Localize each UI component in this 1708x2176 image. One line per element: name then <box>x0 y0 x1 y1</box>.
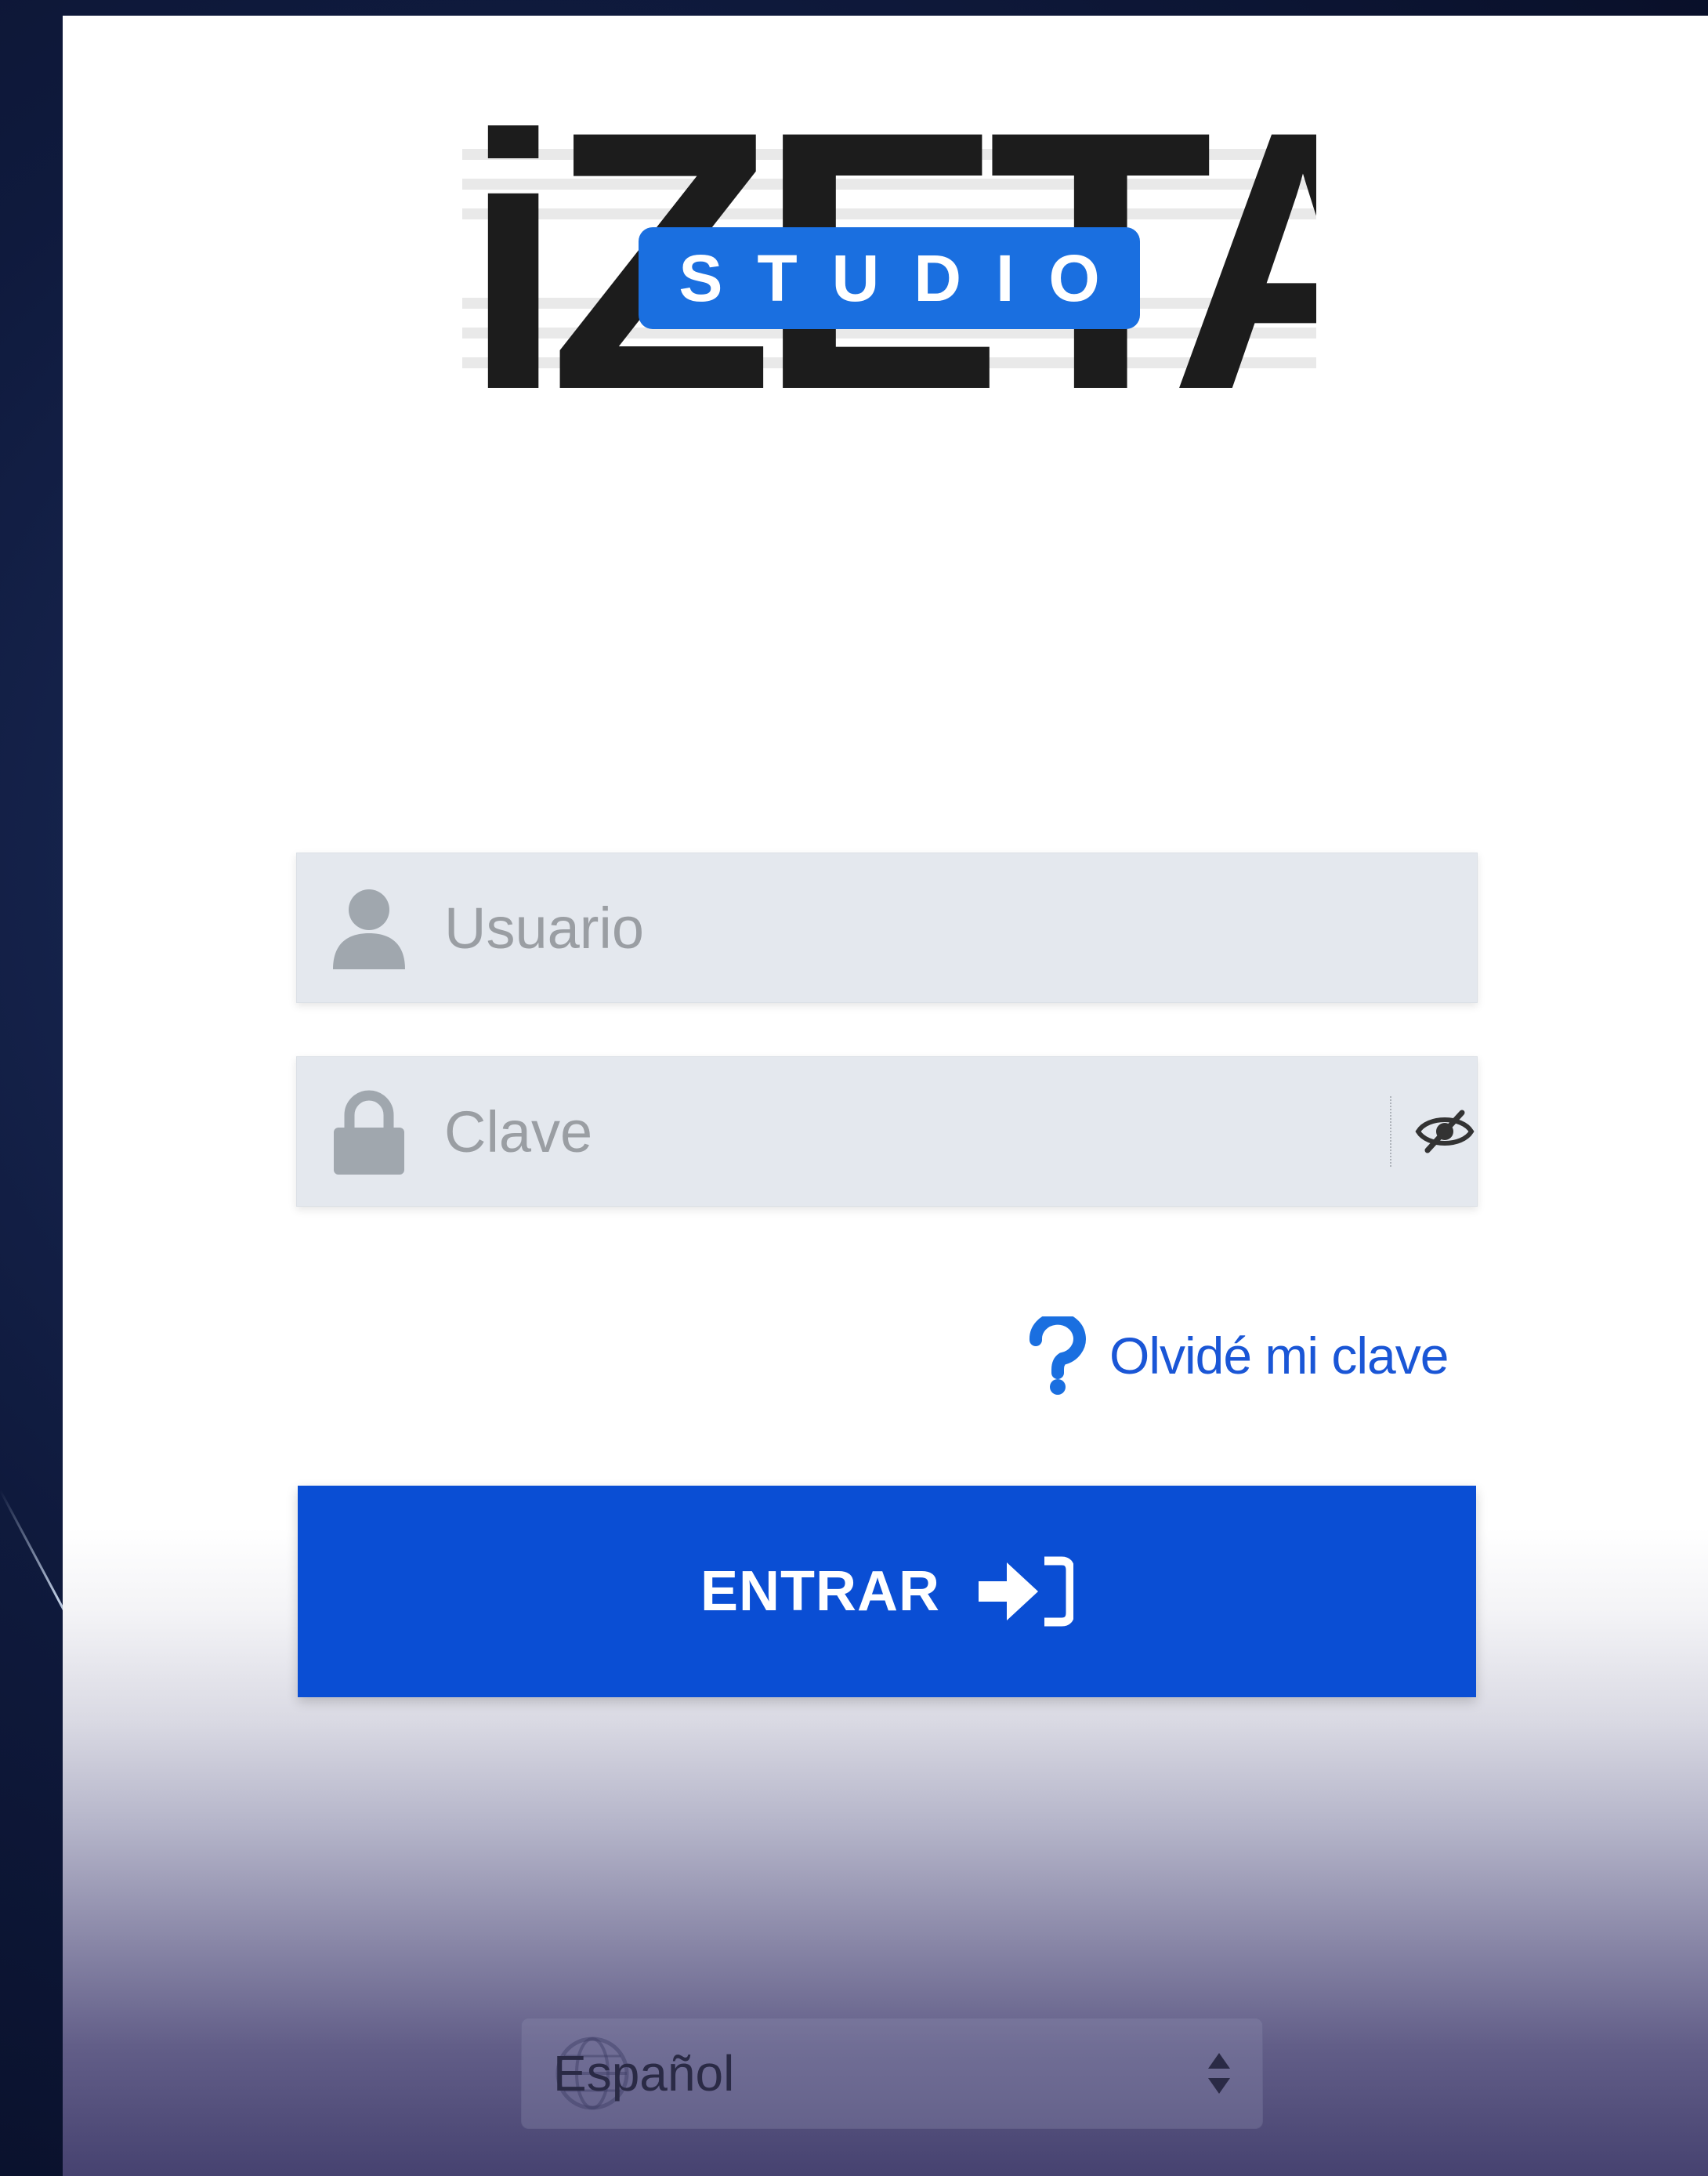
brand-logo: iZETA STUDIO <box>462 125 1316 396</box>
enter-button-label: ENTRAR <box>700 1560 940 1623</box>
enter-button[interactable]: ENTRAR <box>298 1486 1476 1697</box>
eye-slash-icon[interactable] <box>1413 1100 1476 1163</box>
password-input[interactable] <box>444 1057 1322 1206</box>
forgot-password-label: Olvidé mi clave <box>1109 1327 1449 1385</box>
language-select-value: Español <box>553 2045 735 2102</box>
login-panel: iZETA STUDIO Olvidé mi clave <box>63 16 1708 2176</box>
user-icon <box>333 889 405 969</box>
password-field <box>296 1056 1478 1207</box>
language-select[interactable]: Español <box>521 2018 1263 2129</box>
question-icon <box>1029 1316 1086 1395</box>
logo-badge: STUDIO <box>639 227 1140 329</box>
username-input[interactable] <box>444 853 1322 1002</box>
password-toggle-divider <box>1390 1096 1391 1167</box>
username-field <box>296 853 1478 1003</box>
sign-in-icon <box>979 1556 1073 1627</box>
sort-arrows-icon <box>1208 2053 1230 2094</box>
logo-badge-text: STUDIO <box>678 241 1134 315</box>
lock-icon <box>334 1090 404 1175</box>
forgot-password-link[interactable]: Olvidé mi clave <box>1026 1312 1449 1399</box>
